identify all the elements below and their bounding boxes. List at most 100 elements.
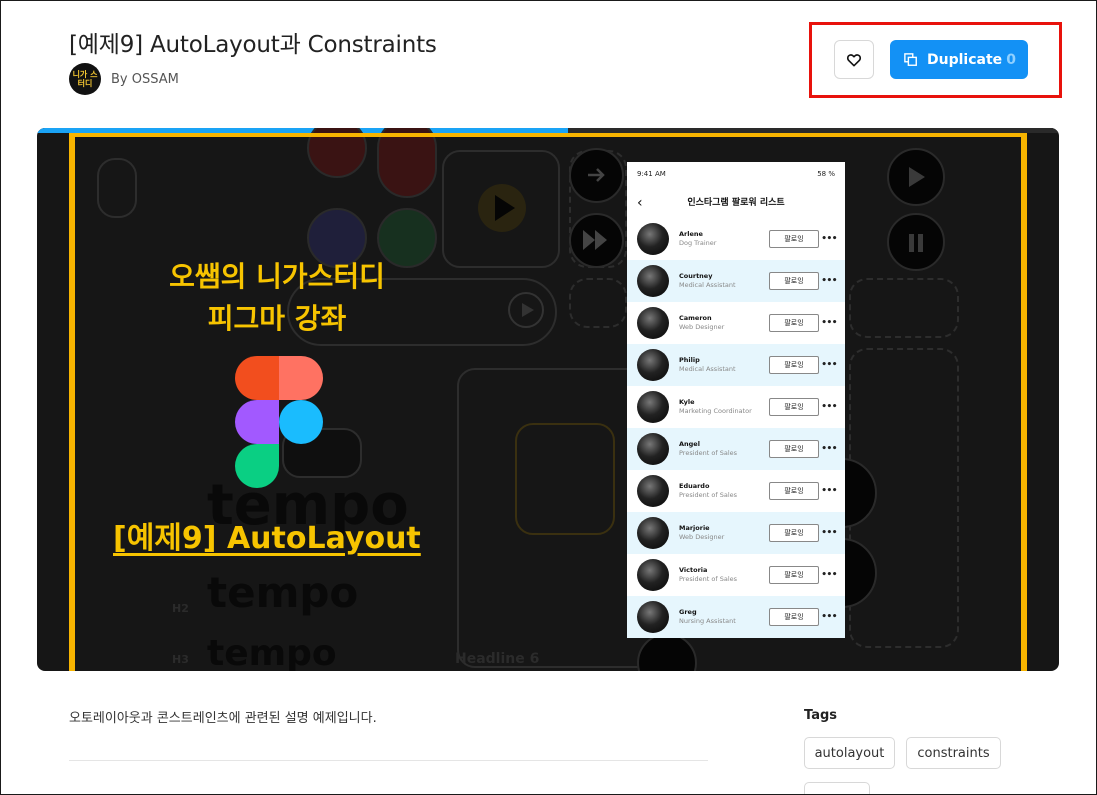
status-bar: 9:41 AM 58 %	[627, 162, 845, 188]
bg-shape	[569, 278, 627, 328]
more-icon: •••	[821, 612, 837, 622]
divider	[69, 760, 708, 761]
follower-name: Victoria	[679, 566, 708, 574]
follower-info: Philip Medical Assistant	[679, 356, 769, 374]
follower-name: Cameron	[679, 314, 712, 322]
follower-role: Dog Trainer	[679, 239, 717, 247]
follower-row: Kyle Marketing Coordinator 팔로잉 •••	[627, 386, 845, 428]
follower-avatar	[637, 559, 669, 591]
more-icon: •••	[821, 570, 837, 580]
duplicate-count: 0	[1006, 51, 1016, 68]
status-time: 9:41 AM	[637, 170, 666, 178]
follower-role: President of Sales	[679, 449, 738, 457]
more-icon: •••	[821, 360, 837, 370]
course-title: 오쌤의 니가스터디 피그마 강좌	[117, 256, 437, 340]
follower-name: Kyle	[679, 398, 695, 406]
follow-button: 팔로잉	[769, 566, 819, 584]
follower-name: Courtney	[679, 272, 713, 280]
follower-list: Arlene Dog Trainer 팔로잉 ••• Courtney Medical A…	[627, 218, 845, 638]
bg-pause-icon	[909, 234, 923, 252]
bg-headline: Headline 6	[455, 651, 540, 667]
follower-role: President of Sales	[679, 575, 738, 583]
follow-button: 팔로잉	[769, 272, 819, 290]
follower-info: Arlene Dog Trainer	[679, 230, 769, 248]
follower-row: Courtney Medical Assistant 팔로잉 •••	[627, 260, 845, 302]
duplicate-label: Duplicate	[927, 51, 1003, 68]
more-icon: •••	[821, 528, 837, 538]
bg-play-icon	[508, 292, 544, 328]
more-icon: •••	[821, 276, 837, 286]
more-icon: •••	[821, 444, 837, 454]
bg-shape	[849, 278, 959, 338]
example-title: [예제9] AutoLayout	[113, 521, 421, 556]
follower-name: Marjorie	[679, 524, 710, 532]
follower-row: Cameron Web Designer 팔로잉 •••	[627, 302, 845, 344]
bg-circle	[377, 128, 437, 198]
follow-button: 팔로잉	[769, 608, 819, 626]
follow-button: 팔로잉	[769, 398, 819, 416]
author[interactable]: 니가 스터디 By OSSAM	[69, 63, 179, 95]
follower-row: Greg Nursing Assistant 팔로잉 •••	[627, 596, 845, 638]
follow-button: 팔로잉	[769, 314, 819, 332]
bg-word: tempo	[207, 633, 337, 671]
follower-name: Angel	[679, 440, 700, 448]
follower-info: Kyle Marketing Coordinator	[679, 398, 769, 416]
follow-button: 팔로잉	[769, 482, 819, 500]
figma-logo	[235, 356, 325, 488]
follower-row: Marjorie Web Designer 팔로잉 •••	[627, 512, 845, 554]
bg-shape	[515, 423, 615, 535]
follower-role: President of Sales	[679, 491, 738, 499]
follower-role: Medical Assistant	[679, 281, 736, 289]
follower-role: Marketing Coordinator	[679, 407, 752, 415]
follower-role: Web Designer	[679, 533, 725, 541]
bg-play-icon	[909, 167, 925, 187]
like-button[interactable]	[834, 40, 874, 79]
course-line-1: 오쌤의 니가스터디	[169, 260, 385, 293]
duplicate-button[interactable]: Duplicate 0	[890, 40, 1028, 79]
bg-tag: H2	[172, 602, 189, 615]
follower-info: Victoria President of Sales	[679, 566, 769, 584]
page-title: [예제9] AutoLayout과 Constraints	[69, 32, 437, 58]
phone-header-title: 인스타그램 팔로워 리스트	[687, 198, 785, 208]
avatar[interactable]: 니가 스터디	[69, 63, 101, 95]
follower-avatar	[637, 517, 669, 549]
more-icon: •••	[821, 318, 837, 328]
more-icon: •••	[821, 486, 837, 496]
follower-avatar	[637, 265, 669, 297]
follower-name: Greg	[679, 608, 697, 616]
tag-constraints[interactable]: constraints	[906, 737, 1001, 769]
follower-avatar	[637, 601, 669, 633]
follower-role: Nursing Assistant	[679, 617, 736, 625]
follower-avatar	[637, 475, 669, 507]
tag-autolayout[interactable]: autolayout	[804, 737, 895, 769]
hero-preview[interactable]: tempo tempo tempo H2 H3 Headline 6 오쌤의 니…	[37, 128, 1059, 671]
follower-info: Angel President of Sales	[679, 440, 769, 458]
bg-tag: H3	[172, 653, 189, 666]
follower-name: Arlene	[679, 230, 703, 238]
course-line-2: 피그마 강좌	[207, 302, 347, 335]
follow-button: 팔로잉	[769, 524, 819, 542]
follower-avatar	[637, 307, 669, 339]
follower-info: Greg Nursing Assistant	[679, 608, 769, 626]
frame-top	[69, 133, 1027, 137]
follower-name: Philip	[679, 356, 700, 364]
tag-more[interactable]	[804, 782, 870, 795]
description: 오토레이아웃과 콘스트레인츠에 관련된 설명 예제입니다.	[69, 711, 377, 726]
follower-role: Medical Assistant	[679, 365, 736, 373]
bg-arrow-icon	[588, 168, 605, 182]
duplicate-icon	[904, 52, 917, 66]
bg-play-icon	[478, 184, 526, 232]
follower-name: Eduardo	[679, 482, 710, 490]
bg-forward-icon	[583, 230, 607, 250]
chevron-left-icon: ‹	[637, 195, 643, 211]
follower-info: Marjorie Web Designer	[679, 524, 769, 542]
follower-avatar	[637, 433, 669, 465]
follower-row: Angel President of Sales 팔로잉 •••	[627, 428, 845, 470]
author-name[interactable]: By OSSAM	[111, 72, 179, 87]
follower-row: Victoria President of Sales 팔로잉 •••	[627, 554, 845, 596]
bg-word: tempo	[207, 568, 359, 617]
frame-right	[1021, 133, 1027, 671]
bg-shape	[97, 158, 137, 218]
frame-left	[69, 133, 75, 671]
follow-button: 팔로잉	[769, 230, 819, 248]
